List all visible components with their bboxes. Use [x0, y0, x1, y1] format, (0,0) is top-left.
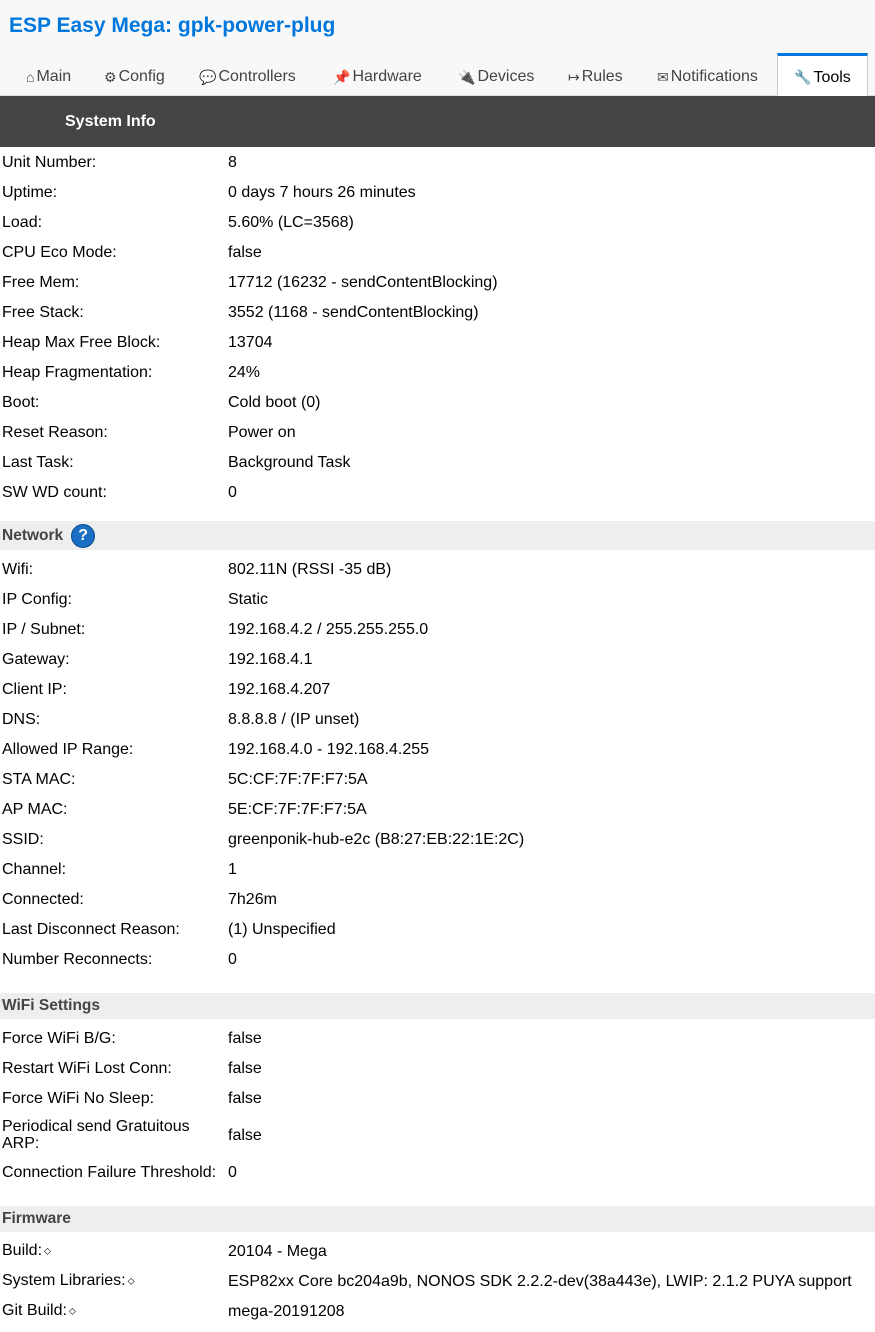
envelope-icon: ✉: [657, 68, 669, 85]
table-row: SSID: greenponik-hub-e2c (B8:27:EB:22:1E:…: [2, 830, 525, 848]
table-row: Uptime: 0 days 7 hours 26 minutes: [2, 183, 416, 201]
table-row: Heap Fragmentation: 24%: [2, 363, 261, 381]
tab-tools[interactable]: 🔧 Tools: [777, 53, 868, 96]
table-row: Reset Reason: Power on: [2, 423, 296, 441]
firmware-table: Build: ⬦ 20104 - Mega System Libraries: ⬦ ES…: [0, 1236, 875, 1326]
table-row: Client IP: 192.168.4.207: [2, 680, 331, 698]
speech-bubble-icon: 💬: [199, 68, 217, 85]
tab-hardware[interactable]: 📌 Hardware: [333, 53, 422, 95]
table-row: Allowed IP Range: 192.168.4.0 - 192.168.4…: [2, 740, 430, 758]
table-row: Last Task: Background Task: [2, 453, 351, 471]
table-row: Unit Number: 8: [2, 153, 237, 171]
app-title: ESP Easy Mega: gpk-power-plug: [9, 14, 336, 37]
firmware-section-header: Firmware: [0, 1206, 875, 1232]
table-row: DNS: 8.8.8.8 / (IP unset): [2, 710, 360, 728]
table-row: Build: ⬦ 20104 - Mega: [2, 1242, 327, 1260]
table-row: CPU Eco Mode: false: [2, 243, 262, 261]
arrow-right-icon: ↦: [568, 68, 580, 85]
table-row: AP MAC: 5E:CF:7F:7F:F7:5A: [2, 800, 367, 818]
copy-icon[interactable]: ⬦: [128, 1276, 135, 1287]
table-row: Connected: 7h26m: [2, 890, 277, 908]
tab-devices[interactable]: 🔌 Devices: [458, 53, 534, 95]
system-info-table: Unit Number: 8 Uptime: 0 days 7 hours 26 m…: [0, 147, 875, 507]
table-row: Connection Failure Threshold: 0: [2, 1163, 237, 1181]
table-row: Periodical send Gratuitous ARP: false: [2, 1118, 262, 1152]
table-row: IP / Subnet: 192.168.4.2 / 255.255.255.0: [2, 620, 429, 638]
main-nav-tabs: ⌂ Main ⚙ Config 💬 Controllers 📌 Hardware 🔌 De…: [0, 53, 875, 96]
network-section-header: Network ?: [0, 521, 875, 550]
wifi-settings-table: Force WiFi B/G: false Restart WiFi Lost C…: [0, 1023, 875, 1187]
help-icon[interactable]: ?: [71, 523, 96, 548]
table-row: IP Config: Static: [2, 590, 269, 608]
copy-icon[interactable]: ⬦: [44, 1246, 51, 1257]
table-row: Free Stack: 3552 (1168 - sendContentBlock…: [2, 303, 479, 321]
table-row: System Libraries: ⬦ ESP82xx Core bc204a9b,…: [2, 1272, 852, 1290]
plug-icon: 🔌: [458, 68, 476, 85]
header: ESP Easy Mega: gpk-power-plug ⌂ Main ⚙ Con…: [0, 0, 875, 96]
system-info-header: System Info: [0, 96, 875, 147]
table-row: Channel: 1: [2, 860, 237, 878]
table-row: SW WD count: 0: [2, 483, 237, 501]
tab-notifications[interactable]: ✉ Notifications: [657, 53, 758, 95]
home-icon: ⌂: [26, 69, 35, 85]
table-row: Gateway: 192.168.4.1: [2, 650, 313, 668]
table-row: Force WiFi B/G: false: [2, 1029, 262, 1047]
copy-icon[interactable]: ⬦: [69, 1306, 76, 1317]
table-row: Git Build: ⬦ mega-20191208: [2, 1302, 345, 1320]
wifi-settings-section-header: WiFi Settings: [0, 993, 875, 1019]
tab-main[interactable]: ⌂ Main: [26, 53, 71, 95]
tab-controllers[interactable]: 💬 Controllers: [199, 53, 296, 95]
table-row: Free Mem: 17712 (16232 - sendContentBlock…: [2, 273, 498, 291]
gear-icon: ⚙: [104, 68, 117, 85]
table-row: Wifi: 802.11N (RSSI -35 dB): [2, 560, 392, 578]
table-row: Boot: Cold boot (0): [2, 393, 321, 411]
tab-config[interactable]: ⚙ Config: [104, 53, 165, 95]
table-row: Restart WiFi Lost Conn: false: [2, 1059, 262, 1077]
table-row: Load: 5.60% (LC=3568): [2, 213, 354, 231]
network-table: Wifi: 802.11N (RSSI -35 dB) IP Config: Sta…: [0, 554, 875, 974]
table-row: Heap Max Free Block: 13704: [2, 333, 273, 351]
table-row: Force WiFi No Sleep: false: [2, 1089, 262, 1107]
table-row: Number Reconnects: 0: [2, 950, 237, 968]
table-row: STA MAC: 5C:CF:7F:7F:F7:5A: [2, 770, 368, 788]
pushpin-icon: 📌: [333, 68, 351, 85]
table-row: Last Disconnect Reason: (1) Unspecified: [2, 920, 336, 938]
tab-rules[interactable]: ↦ Rules: [568, 53, 623, 95]
wrench-icon: 🔧: [794, 69, 812, 85]
